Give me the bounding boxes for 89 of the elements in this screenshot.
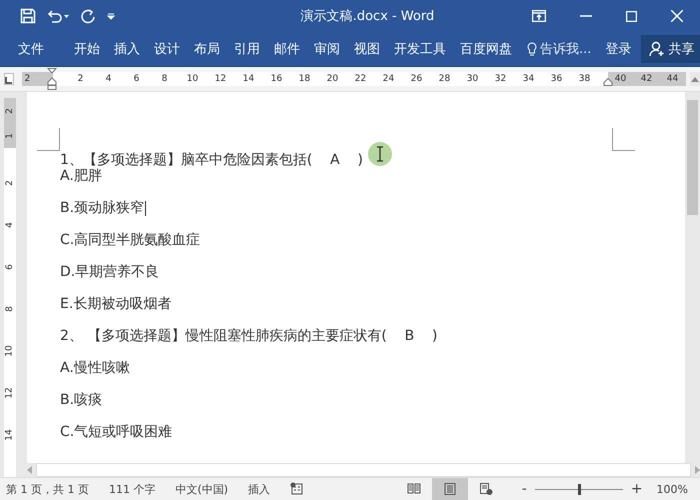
ribbon-tab[interactable]: 邮件 xyxy=(267,36,307,62)
ribbon-tab[interactable]: 开始 xyxy=(67,36,107,62)
document-page[interactable]: 1、【多项选择题】脑卒中危险因素包括( A ) A.肥胖 B.颈动脉狭窄 C.高同型半胱氨酸血症 D.早期营养不良 E.长期被动吸烟者 2、 【多项选择题】慢性阻塞性肺疾病的主要症状有( B ) A.慢性咳嗽 B.咳痰 C.气短或呼吸困难 xyxy=(27,92,685,463)
window-title: 演示文稿.docx - Word xyxy=(300,8,436,25)
ruler-number: 8 xyxy=(160,74,168,84)
read-mode-icon xyxy=(406,482,421,496)
undo-icon[interactable] xyxy=(46,8,70,24)
ruler-number: 24 xyxy=(382,74,396,84)
maximize-icon[interactable] xyxy=(626,10,637,22)
ruler-number: 10 xyxy=(186,74,200,84)
right-indent-marker-icon[interactable] xyxy=(602,78,612,86)
ribbon-tab[interactable]: 视图 xyxy=(347,36,387,62)
ribbon-tab[interactable]: 开发工具 xyxy=(387,36,453,62)
person-add-icon xyxy=(649,41,666,57)
ruler-number: 44 xyxy=(666,74,680,84)
customize-toolbar-icon[interactable] xyxy=(106,11,116,21)
word-count[interactable]: 111 个字 xyxy=(108,482,156,496)
close-icon[interactable] xyxy=(671,10,683,22)
print-layout-icon xyxy=(442,482,457,496)
margin-corner-mark xyxy=(37,128,60,151)
redo-icon[interactable] xyxy=(80,8,96,24)
ruler-number: 30 xyxy=(466,74,480,84)
zoom-slider-thumb[interactable] xyxy=(578,484,581,494)
ruler-number: 36 xyxy=(550,74,564,84)
ruler-number: 22 xyxy=(354,74,368,84)
ruler-number: 28 xyxy=(438,74,452,84)
ruler-number: 26 xyxy=(410,74,424,84)
document-line: 1、【多项选择题】脑卒中危险因素包括( A ) xyxy=(60,152,364,168)
ribbon-tab[interactable]: 布局 xyxy=(187,36,227,62)
ruler-number: 38 xyxy=(578,74,592,84)
ribbon-tab[interactable]: 百度网盘 xyxy=(453,36,519,62)
ruler-number: 20 xyxy=(326,74,340,84)
share-button[interactable]: 共享 xyxy=(641,35,700,63)
ribbon-tab[interactable]: 文件 xyxy=(8,36,51,62)
ruler-number: 2 xyxy=(4,108,16,114)
ruler-number: 34 xyxy=(522,74,536,84)
text-caret xyxy=(145,200,146,216)
page-count[interactable]: 第 1 页，共 1 页 xyxy=(6,482,89,496)
ruler-number: 8 xyxy=(4,306,16,312)
insert-mode[interactable]: 插入 xyxy=(248,482,270,496)
tell-me-field[interactable]: 告诉我... xyxy=(527,40,592,58)
ruler-number: 12 xyxy=(4,387,16,399)
macro-record-icon[interactable] xyxy=(290,482,304,496)
document-line: B.咳痰 xyxy=(60,392,102,408)
ruler-number: 4 xyxy=(4,222,16,228)
document-line: D.早期营养不良 xyxy=(60,264,160,280)
zoom-in-button[interactable]: + xyxy=(626,481,647,497)
ribbon-tab[interactable]: 设计 xyxy=(147,36,187,62)
zoom-out-button[interactable]: - xyxy=(518,481,531,497)
ruler-number: 6 xyxy=(4,264,16,270)
web-layout-icon xyxy=(478,482,493,496)
ruler-number: 2 xyxy=(76,74,84,84)
ruler-number: 6 xyxy=(132,74,140,84)
ruler-number: 2 xyxy=(24,74,30,84)
tab-selector[interactable] xyxy=(4,73,14,85)
document-line: B.颈动脉狭窄 xyxy=(60,200,144,216)
indent-marker-icon[interactable] xyxy=(46,68,56,90)
ribbon-tab[interactable]: 引用 xyxy=(227,36,267,62)
document-line: C.气短或呼吸困难 xyxy=(60,424,172,440)
ruler-number: 40 xyxy=(614,74,628,84)
document-line: C.高同型半胱氨酸血症 xyxy=(60,232,200,248)
document-line: A.肥胖 xyxy=(60,168,102,184)
save-icon[interactable] xyxy=(20,8,36,24)
ruler-number: 14 xyxy=(242,74,256,84)
ruler-number: 16 xyxy=(270,74,284,84)
ruler-number: 18 xyxy=(298,74,312,84)
text-cursor-icon xyxy=(367,141,393,167)
ribbon-display-icon[interactable] xyxy=(532,10,546,22)
ruler-number: 12 xyxy=(214,74,228,84)
document-line: E.长期被动吸烟者 xyxy=(60,296,172,312)
margin-corner-mark xyxy=(612,128,635,151)
ruler-number: 4 xyxy=(104,74,112,84)
ruler-number: 32 xyxy=(494,74,508,84)
ruler-number: 10 xyxy=(4,345,16,357)
document-line: 2、 【多项选择题】慢性阻塞性肺疾病的主要症状有( B ) xyxy=(60,328,438,344)
lightbulb-icon xyxy=(527,42,537,56)
view-button[interactable] xyxy=(432,478,468,500)
ruler-number: 14 xyxy=(4,429,16,441)
scroll-up-icon[interactable] xyxy=(690,76,699,82)
left-tab-icon xyxy=(5,77,12,84)
ribbon-tab[interactable]: 审阅 xyxy=(307,36,347,62)
zoom-level[interactable]: 100% xyxy=(656,482,688,496)
ruler-number: 2 xyxy=(4,180,16,186)
ribbon-tab[interactable]: 插入 xyxy=(107,36,147,62)
ruler-number: 1 xyxy=(4,132,16,138)
language-indicator[interactable]: 中文(中国) xyxy=(175,482,228,496)
sign-in-link[interactable]: 登录 xyxy=(605,40,632,58)
ruler-number: 42 xyxy=(640,74,654,84)
document-line: A.慢性咳嗽 xyxy=(60,360,130,376)
